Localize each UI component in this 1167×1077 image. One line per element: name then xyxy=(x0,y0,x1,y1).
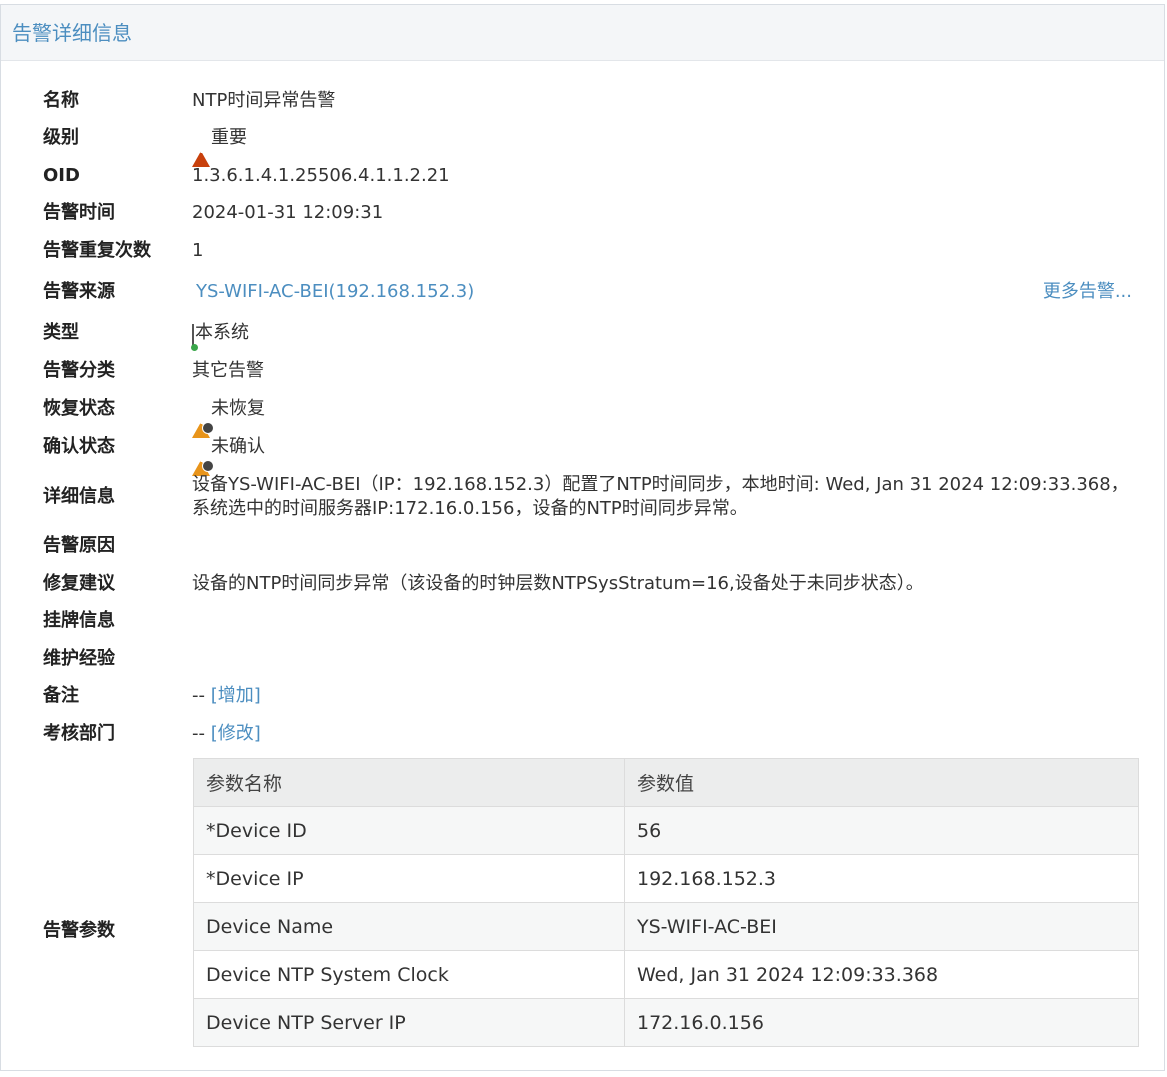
field-label: 名称 xyxy=(43,90,79,111)
column-header-param-value: 参数值 xyxy=(624,758,1139,807)
column-header-param-name: 参数名称 xyxy=(193,758,625,807)
param-name-cell: Device NTP System Clock xyxy=(193,950,625,999)
field-value: NTP时间异常告警 xyxy=(192,90,336,111)
param-name-cell: Device NTP Server IP xyxy=(193,998,625,1047)
table-header-row: 参数名称 参数值 xyxy=(193,758,1139,807)
field-label: 维护经验 xyxy=(43,648,115,669)
table-row: *Device IP 192.168.152.3 xyxy=(193,854,1139,903)
field-label: 确认状态 xyxy=(43,436,115,457)
more-alarms-link[interactable]: 更多告警... xyxy=(1043,274,1132,310)
field-label: 恢复状态 xyxy=(43,398,115,419)
field-value: 其它告警 xyxy=(192,360,264,381)
field-row-name: 名称 NTP时间异常告警 xyxy=(0,83,1140,119)
level-text: 重要 xyxy=(211,127,247,148)
unrecovered-icon xyxy=(192,394,214,438)
confirm-value: 未确认 xyxy=(192,429,265,476)
field-value: 1.3.6.1.4.1.25506.4.1.1.2.21 xyxy=(192,165,450,186)
table-row: Device NTP Server IP 172.16.0.156 xyxy=(193,998,1139,1047)
field-row-oid: OID 1.3.6.1.4.1.25506.4.1.1.2.21 xyxy=(0,158,1140,194)
type-text: 本系统 xyxy=(195,322,249,343)
edit-dept-link[interactable]: [修改] xyxy=(211,723,261,744)
field-row-type: 类型 本系统 xyxy=(0,315,1140,351)
param-name-cell: Device Name xyxy=(193,902,625,951)
field-row-time: 告警时间 2024-01-31 12:09:31 xyxy=(0,195,1140,231)
remark-text: -- xyxy=(192,685,205,706)
field-label: 备注 xyxy=(43,685,79,706)
field-label: 告警原因 xyxy=(43,535,115,556)
param-value-cell: 192.168.152.3 xyxy=(624,854,1139,903)
field-label: 级别 xyxy=(43,127,79,148)
field-row-reason: 告警原因 xyxy=(0,528,1140,564)
alarm-params-table: 参数名称 参数值 *Device ID 56 *Device IP 192.16… xyxy=(193,758,1139,1047)
table-row: *Device ID 56 xyxy=(193,806,1139,855)
field-row-level: 级别 重要 xyxy=(0,120,1140,167)
param-value-cell: Wed, Jan 31 2024 12:09:33.368 xyxy=(624,950,1139,999)
field-label: 类型 xyxy=(43,322,79,343)
confirm-text: 未确认 xyxy=(211,436,265,457)
field-row-suggest: 修复建议 设备的NTP时间同步异常（该设备的时钟层数NTPSysStratum=… xyxy=(0,566,1140,602)
param-name-cell: *Device ID xyxy=(193,806,625,855)
recover-value: 未恢复 xyxy=(192,391,265,438)
field-row-dept: 考核部门 -- [修改] xyxy=(0,716,1140,752)
field-label: 详细信息 xyxy=(43,486,115,507)
param-value-cell: 172.16.0.156 xyxy=(624,998,1139,1047)
dept-value: -- [修改] xyxy=(192,716,261,752)
field-label: 告警参数 xyxy=(43,920,115,941)
field-row-repeat: 告警重复次数 1 xyxy=(0,233,1140,269)
field-row-source: 告警来源 YS-WIFI-AC-BEI(192.168.152.3) 更多告警.… xyxy=(0,274,1140,310)
field-row-recover: 恢复状态 未恢复 xyxy=(0,391,1140,438)
warning-icon xyxy=(192,123,210,167)
add-remark-link[interactable]: [增加] xyxy=(211,685,261,706)
field-row-experience: 维护经验 xyxy=(0,641,1140,677)
field-label: OID xyxy=(43,165,80,186)
param-value-cell: YS-WIFI-AC-BEI xyxy=(624,902,1139,951)
field-label: 告警分类 xyxy=(43,360,115,381)
field-value: 2024-01-31 12:09:31 xyxy=(192,202,384,223)
field-label: 告警重复次数 xyxy=(43,240,151,261)
field-label: 挂牌信息 xyxy=(43,610,115,631)
table-row: Device Name YS-WIFI-AC-BEI xyxy=(193,902,1139,951)
field-row-category: 告警分类 其它告警 xyxy=(0,353,1140,389)
panel-header: 告警详细信息 xyxy=(1,5,1164,61)
dept-text: -- xyxy=(192,723,205,744)
param-name-cell: *Device IP xyxy=(193,854,625,903)
recover-text: 未恢复 xyxy=(211,398,265,419)
remark-value: -- [增加] xyxy=(192,678,261,714)
panel-title: 告警详细信息 xyxy=(12,21,132,45)
table-row: Device NTP System Clock Wed, Jan 31 2024… xyxy=(193,950,1139,999)
field-row-tag: 挂牌信息 xyxy=(0,603,1140,639)
type-value: 本系统 xyxy=(192,315,249,354)
field-row-remark: 备注 -- [增加] xyxy=(0,678,1140,714)
field-label: 考核部门 xyxy=(43,723,115,744)
level-value: 重要 xyxy=(192,120,247,167)
system-icon xyxy=(192,318,194,354)
field-value: 设备的NTP时间同步异常（该设备的时钟层数NTPSysStratum=16,设备… xyxy=(192,573,924,594)
field-value: 1 xyxy=(192,240,204,261)
source-device-link[interactable]: YS-WIFI-AC-BEI(192.168.152.3) xyxy=(196,274,474,310)
param-value-cell: 56 xyxy=(624,806,1139,855)
field-label: 修复建议 xyxy=(43,573,115,594)
field-row-detail: 详细信息 设备YS-WIFI-AC-BEI（IP：192.168.152.3）配… xyxy=(0,474,1140,531)
field-row-confirm: 确认状态 未确认 xyxy=(0,429,1140,476)
detail-text: 设备YS-WIFI-AC-BEI（IP：192.168.152.3）配置了NTP… xyxy=(192,474,1129,519)
field-label: 告警时间 xyxy=(43,202,115,223)
unconfirmed-icon xyxy=(192,432,214,476)
field-label: 告警来源 xyxy=(43,281,115,302)
